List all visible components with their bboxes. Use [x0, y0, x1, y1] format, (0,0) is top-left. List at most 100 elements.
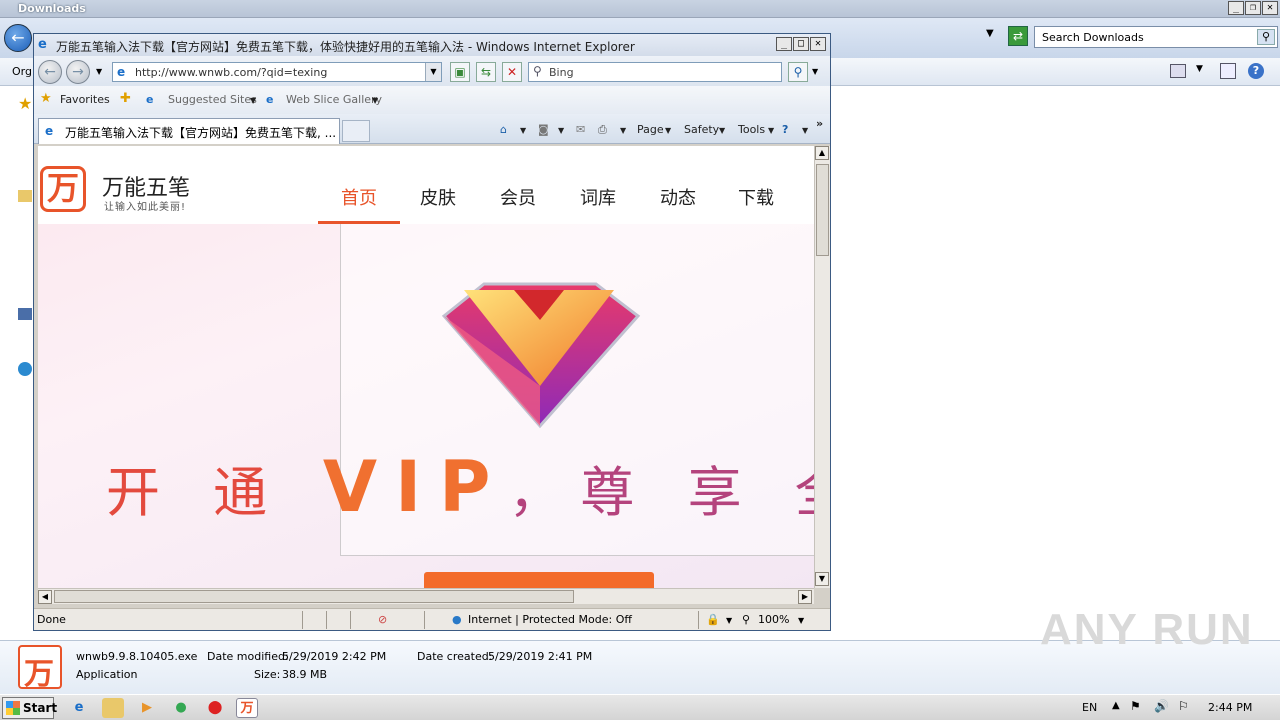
horizontal-scroll-thumb[interactable] — [54, 590, 574, 603]
home-dropdown-icon[interactable]: ▼ — [520, 126, 526, 135]
vertical-scroll-thumb[interactable] — [816, 164, 829, 256]
chevron-down-icon[interactable]: ▼ — [372, 96, 378, 105]
home-icon[interactable]: ⌂ — [500, 123, 507, 136]
refresh-icon[interactable]: ⇆ — [476, 62, 496, 82]
restore-button[interactable]: ❐ — [1245, 1, 1261, 15]
chevron-down-icon[interactable]: ▼ — [250, 96, 256, 105]
nav-members[interactable]: 会员 — [500, 184, 536, 210]
address-box[interactable]: e http://www.wnwb.com/?qid=texing ▼ — [112, 62, 442, 82]
web-slice-gallery-link[interactable]: Web Slice Gallery — [286, 93, 382, 106]
address-dropdown-icon[interactable]: ▼ — [425, 63, 441, 81]
internet-explorer-icon[interactable]: e — [68, 698, 90, 718]
explorer-search-input[interactable]: Search Downloads — [1042, 31, 1144, 44]
flag-icon[interactable]: ⚐ — [1178, 699, 1189, 713]
back-icon[interactable]: ← — [38, 60, 62, 84]
volume-icon[interactable]: 🔊 — [1154, 699, 1169, 713]
computer-icon[interactable] — [18, 308, 32, 320]
close-button[interactable]: ✕ — [1262, 1, 1278, 15]
hero-headline: 开 通 VIP，尊 享 全 部 — [106, 446, 814, 528]
safety-menu[interactable]: Safety — [684, 123, 719, 136]
organize-menu[interactable]: Org — [12, 65, 32, 78]
clock[interactable]: 2:44 PM — [1208, 701, 1252, 714]
url-input[interactable]: http://www.wnwb.com/?qid=texing — [135, 66, 327, 79]
search-go-icon[interactable]: ⚲ — [788, 62, 808, 82]
add-favorite-icon[interactable]: ✚ — [120, 91, 131, 106]
help-icon[interactable]: ? — [1248, 63, 1264, 79]
minimize-button[interactable]: _ — [776, 37, 792, 51]
horizontal-scrollbar[interactable]: ◀ ▶ — [38, 588, 814, 604]
stop-icon[interactable]: ✕ — [502, 62, 522, 82]
forward-icon[interactable]: → — [66, 60, 90, 84]
more-commands-icon[interactable]: » — [816, 117, 823, 130]
protected-mode-icon[interactable]: 🔒 — [706, 613, 720, 626]
scroll-right-icon[interactable]: ▶ — [798, 590, 812, 604]
feeds-dropdown-icon[interactable]: ▼ — [558, 126, 564, 135]
view-icon[interactable] — [1170, 64, 1186, 78]
favorites-star-icon[interactable]: ★ — [18, 94, 32, 113]
page-menu[interactable]: Page — [637, 123, 664, 136]
nav-download[interactable]: 下载 — [738, 184, 774, 210]
view-dropdown-icon[interactable]: ▼ — [1196, 64, 1203, 74]
nav-news[interactable]: 动态 — [660, 184, 696, 210]
wnwb-logo-icon[interactable]: 万 — [40, 166, 86, 212]
suggested-sites-link[interactable]: Suggested Sites — [168, 93, 257, 106]
anyrun-watermark: ANY RUN — [1040, 605, 1254, 654]
scroll-left-icon[interactable]: ◀ — [38, 590, 52, 604]
nav-skins[interactable]: 皮肤 — [420, 184, 456, 210]
zoom-level[interactable]: 100% — [758, 613, 789, 626]
tab-active[interactable]: e 万能五笔输入法下载【官方网站】免费五笔下载, ... — [38, 118, 340, 144]
explorer-search-box[interactable]: Search Downloads ⚲ — [1034, 26, 1278, 48]
folder-icon[interactable] — [102, 698, 124, 718]
search-options-icon[interactable]: ▼ — [812, 67, 818, 76]
chevron-down-icon[interactable]: ▼ — [802, 126, 808, 135]
status-bar: Done ⊘ ● Internet | Protected Mode: Off … — [34, 608, 830, 630]
folder-icon[interactable] — [18, 190, 32, 202]
chevron-down-icon[interactable]: ▼ — [665, 126, 671, 135]
zoom-dropdown-icon[interactable]: ▼ — [798, 616, 804, 625]
tab-page-icon: e — [45, 124, 54, 138]
network-icon[interactable] — [18, 362, 32, 376]
language-indicator[interactable]: EN — [1082, 701, 1097, 714]
chevron-down-icon[interactable]: ▼ — [719, 126, 725, 135]
tray-arrow-icon[interactable]: ▲ — [1112, 700, 1120, 711]
scroll-up-icon[interactable]: ▲ — [815, 146, 829, 160]
suggested-sites-icon: e — [146, 93, 154, 106]
refresh-icon[interactable]: ⇄ — [1008, 26, 1028, 46]
chrome-icon[interactable]: ● — [170, 698, 192, 718]
maximize-button[interactable]: □ — [793, 37, 809, 51]
bing-search-box[interactable]: ⚲ Bing — [528, 62, 782, 82]
back-arrow-icon[interactable]: ← — [4, 24, 32, 52]
preview-pane-icon[interactable] — [1220, 63, 1236, 79]
bing-search-input[interactable]: Bing — [549, 66, 574, 79]
opera-icon[interactable]: ⬤ — [204, 698, 226, 718]
print-dropdown-icon[interactable]: ▼ — [620, 126, 626, 135]
history-dropdown-icon[interactable]: ▼ — [96, 67, 102, 76]
chevron-down-icon[interactable]: ▼ — [986, 28, 994, 39]
new-tab-button[interactable] — [342, 120, 370, 142]
wnwb-taskbar-icon[interactable]: 万 — [236, 698, 258, 718]
tools-menu[interactable]: Tools — [738, 123, 765, 136]
chevron-down-icon[interactable]: ▼ — [768, 126, 774, 135]
popup-blocker-icon[interactable]: ⊘ — [378, 613, 387, 626]
download-button[interactable] — [424, 572, 654, 588]
vertical-scrollbar[interactable]: ▲ ▼ — [814, 146, 830, 588]
search-icon[interactable]: ⚲ — [1257, 29, 1275, 45]
action-center-icon[interactable]: ⚑ — [1130, 699, 1141, 713]
start-button[interactable]: Start — [2, 697, 57, 719]
security-zone[interactable]: Internet | Protected Mode: Off — [468, 613, 632, 626]
compatibility-view-icon[interactable]: ▣ — [450, 62, 470, 82]
scroll-down-icon[interactable]: ▼ — [815, 572, 829, 586]
chevron-down-icon[interactable]: ▼ — [726, 616, 732, 625]
favorites-button[interactable]: Favorites — [60, 93, 110, 106]
help-icon[interactable]: ? — [782, 123, 788, 136]
minimize-button[interactable]: _ — [1228, 1, 1244, 15]
nav-dictionary[interactable]: 词库 — [580, 184, 616, 210]
media-player-icon[interactable]: ▶ — [136, 698, 158, 718]
mail-icon[interactable]: ✉ — [576, 123, 585, 136]
date-modified-label: Date modified: — [207, 650, 289, 663]
file-name: wnwb9.9.8.10405.exe — [76, 650, 198, 663]
feeds-icon[interactable]: ◙ — [538, 123, 549, 136]
close-button[interactable]: ✕ — [810, 37, 826, 51]
nav-home[interactable]: 首页 — [341, 184, 377, 210]
print-icon[interactable]: ⎙ — [598, 123, 607, 137]
